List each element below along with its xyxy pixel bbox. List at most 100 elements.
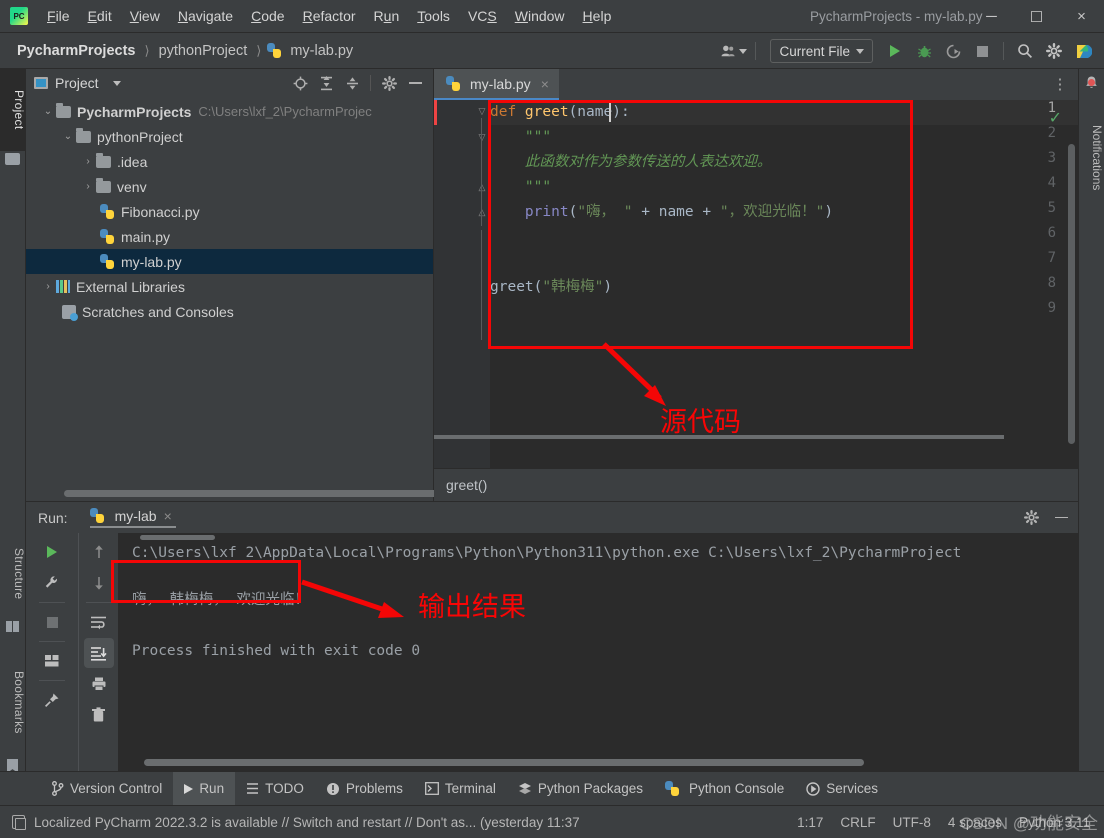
tree-item-my-lab-py[interactable]: my-lab.py: [26, 249, 433, 274]
chevron-down-icon[interactable]: ⌄: [60, 131, 76, 142]
tree-item-scratches-and-consoles[interactable]: Scratches and Consoles: [26, 299, 433, 324]
console-output[interactable]: C:\Users\lxf_2\AppData\Local\Programs\Py…: [118, 533, 1078, 772]
collapse-all-icon[interactable]: [340, 71, 364, 95]
project-horizontal-scrollbar[interactable]: [64, 490, 439, 497]
tree-item-pythonproject[interactable]: ⌄ pythonProject: [26, 124, 433, 149]
menu-window[interactable]: Window: [506, 5, 574, 27]
status-message[interactable]: Localized PyCharm 2022.3.2 is available …: [34, 815, 580, 830]
menu-help[interactable]: Help: [574, 5, 621, 27]
folder-icon: [96, 152, 111, 168]
tree-item-idea[interactable]: › .idea: [26, 149, 433, 174]
breadcrumb: PycharmProjects ⟩ pythonProject ⟩ my-lab…: [14, 42, 356, 60]
minimize-button[interactable]: ─: [969, 0, 1014, 33]
stop-icon[interactable]: [37, 607, 67, 637]
sidebar-item-bookmarks[interactable]: Bookmarks: [0, 649, 26, 755]
tool-window-services[interactable]: Services: [795, 772, 889, 806]
run-coverage-icon[interactable]: [940, 38, 966, 64]
tool-window-run[interactable]: Run: [173, 771, 236, 806]
tool-window-python-packages[interactable]: Python Packages: [507, 772, 654, 806]
run-configuration-selector[interactable]: Current File: [770, 39, 873, 63]
console-scroll-indicator[interactable]: [140, 535, 215, 540]
run-tab-my-lab[interactable]: my-lab ×: [89, 508, 176, 528]
breadcrumb-project[interactable]: PycharmProjects: [14, 42, 138, 60]
tool-window-version-control[interactable]: Version Control: [40, 772, 173, 806]
pin-tab-icon[interactable]: [37, 685, 67, 715]
editor-vertical-scrollbar[interactable]: [1068, 144, 1075, 444]
prev-occurrence-icon[interactable]: [84, 537, 114, 567]
menu-vcs[interactable]: VCS: [459, 5, 506, 27]
tree-item-external-libraries[interactable]: › External Libraries: [26, 274, 433, 299]
run-settings-icon[interactable]: [37, 568, 67, 598]
inspection-status-icon[interactable]: ✓: [1049, 108, 1062, 128]
tool-window-python-console[interactable]: Python Console: [654, 772, 795, 806]
tree-item-fibonacci-py[interactable]: Fibonacci.py: [26, 199, 433, 224]
close-icon[interactable]: ×: [541, 76, 549, 92]
fold-region-icon[interactable]: △: [476, 182, 488, 194]
title-bar: File Edit View Navigate Code Refactor Ru…: [0, 0, 1104, 33]
settings-icon[interactable]: [377, 71, 401, 95]
settings-icon[interactable]: [1018, 505, 1044, 531]
chevron-down-icon[interactable]: [112, 80, 121, 86]
menu-code[interactable]: Code: [242, 5, 293, 27]
tool-window-problems[interactable]: Problems: [315, 772, 414, 806]
search-everywhere-icon[interactable]: [1012, 38, 1038, 64]
hide-icon[interactable]: [1048, 505, 1074, 531]
maximize-button[interactable]: ☐: [1014, 0, 1059, 33]
run-icon[interactable]: [882, 38, 908, 64]
tree-item-pycharmprojects[interactable]: ⌄ PycharmProjects C:\Users\lxf_2\Pycharm…: [26, 99, 433, 124]
modified-line-marker: [434, 100, 437, 125]
soft-wrap-icon[interactable]: [84, 607, 114, 637]
menu-view[interactable]: View: [121, 5, 169, 27]
debug-icon[interactable]: [911, 38, 937, 64]
fold-region-icon[interactable]: △: [476, 207, 488, 219]
user-avatar-icon[interactable]: [721, 38, 748, 64]
chevron-right-icon[interactable]: ›: [80, 156, 96, 167]
fold-region-icon[interactable]: ▽: [476, 132, 488, 144]
menu-edit[interactable]: Edit: [79, 5, 121, 27]
chevron-down-icon[interactable]: ⌄: [40, 106, 56, 117]
menu-navigate[interactable]: Navigate: [169, 5, 242, 27]
print-icon[interactable]: [84, 669, 114, 699]
file-encoding[interactable]: UTF-8: [893, 815, 931, 830]
notification-icon[interactable]: [12, 815, 26, 830]
menu-file[interactable]: File: [38, 5, 79, 27]
indent-setting[interactable]: 4 spaces: [948, 815, 1002, 830]
breadcrumb-greet[interactable]: greet(): [446, 477, 487, 493]
project-tree[interactable]: ⌄ PycharmProjects C:\Users\lxf_2\Pycharm…: [26, 97, 433, 469]
expand-all-icon[interactable]: [314, 71, 338, 95]
menu-tools[interactable]: Tools: [408, 5, 459, 27]
menu-run[interactable]: Run: [365, 5, 409, 27]
close-icon[interactable]: ×: [164, 508, 172, 524]
next-occurrence-icon[interactable]: [84, 568, 114, 598]
hide-icon[interactable]: [403, 71, 427, 95]
clear-all-icon[interactable]: [84, 700, 114, 730]
settings-icon[interactable]: [1041, 38, 1067, 64]
code-editor[interactable]: 1 2 3 4 5 6 7 8 9 ▽ ▽ △ △ def greet(name…: [434, 100, 1078, 468]
rerun-icon[interactable]: [37, 537, 67, 567]
close-button[interactable]: ×: [1059, 0, 1104, 33]
tool-window-terminal[interactable]: Terminal: [414, 772, 507, 806]
chevron-right-icon[interactable]: ›: [40, 281, 56, 292]
tree-item-main-py[interactable]: main.py: [26, 224, 433, 249]
breadcrumb-module[interactable]: pythonProject: [156, 42, 251, 60]
menu-refactor[interactable]: Refactor: [294, 5, 365, 27]
breadcrumb-file[interactable]: my-lab.py: [287, 42, 356, 60]
ai-assistant-icon[interactable]: [1070, 38, 1096, 64]
python-interpreter[interactable]: Python 3.11: [1019, 815, 1090, 830]
line-separator[interactable]: CRLF: [840, 815, 875, 830]
tab-my-lab-py[interactable]: my-lab.py ×: [434, 69, 559, 100]
sidebar-item-project[interactable]: Project: [0, 69, 26, 151]
caret-position[interactable]: 1:17: [797, 815, 823, 830]
scroll-to-end-icon[interactable]: [83, 638, 114, 668]
editor-options-icon[interactable]: ⋮: [1050, 69, 1070, 100]
sidebar-item-notifications[interactable]: Notifications: [1078, 73, 1104, 223]
fold-region-icon[interactable]: ▽: [476, 106, 488, 118]
chevron-right-icon[interactable]: ›: [80, 181, 96, 192]
layout-settings-icon[interactable]: [37, 646, 67, 676]
stop-icon[interactable]: [969, 38, 995, 64]
select-opened-file-icon[interactable]: [288, 71, 312, 95]
console-horizontal-scrollbar[interactable]: [144, 759, 864, 766]
tree-item-venv[interactable]: › venv: [26, 174, 433, 199]
sidebar-item-structure[interactable]: Structure: [0, 529, 26, 619]
tool-window-todo[interactable]: TODO: [235, 772, 315, 806]
